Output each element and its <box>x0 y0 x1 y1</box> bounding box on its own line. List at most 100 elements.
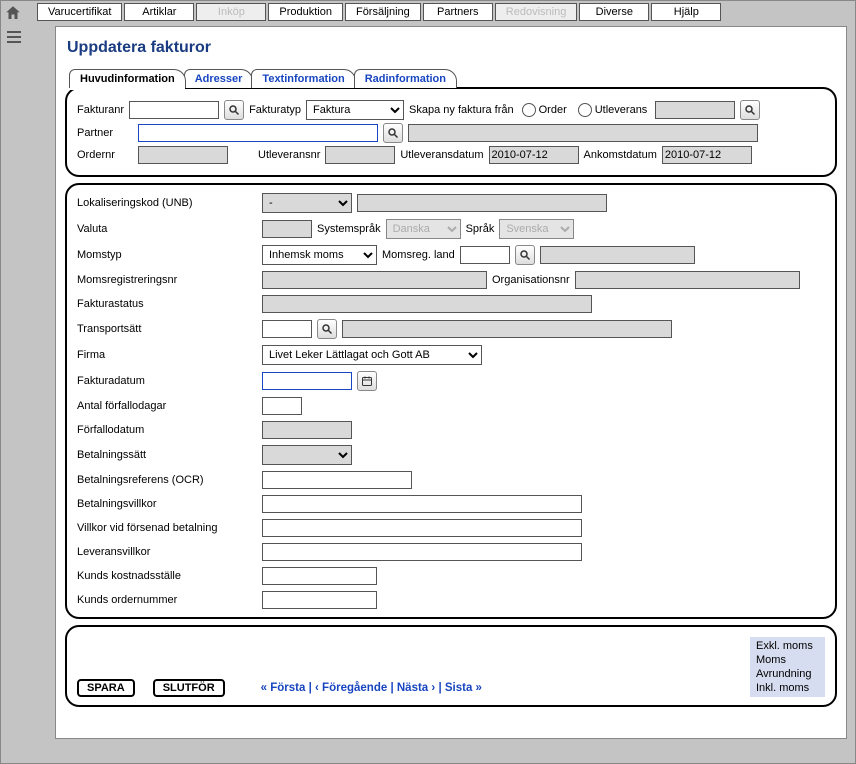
antal-forfallodagar-label: Antal förfallodagar <box>77 400 262 412</box>
exkl-moms-label: Exkl. moms <box>754 639 821 653</box>
menu-hjalp[interactable]: Hjälp <box>651 3 721 21</box>
transportsatt-label: Transportsätt <box>77 323 262 335</box>
organisationsnr-label: Organisationsnr <box>492 274 570 286</box>
fakturadatum-label: Fakturadatum <box>77 375 262 387</box>
menu-forsaljning[interactable]: Försäljning <box>345 3 421 21</box>
nav-first[interactable]: « Första <box>261 682 306 694</box>
sidebar-toggle-icon[interactable] <box>5 28 23 46</box>
momsregnr-label: Momsregistreringsnr <box>77 274 262 286</box>
home-icon[interactable] <box>4 4 22 22</box>
antal-forfallodagar-input[interactable] <box>262 397 302 415</box>
kunds-ordernr-label: Kunds ordernummer <box>77 594 262 606</box>
betalningsvillkor-input[interactable] <box>262 495 582 513</box>
top-menubar: Varucertifikat Artiklar Inköp Produktion… <box>1 1 855 22</box>
tab-adresser[interactable]: Adresser <box>184 69 254 88</box>
radio-utleverans[interactable] <box>578 103 592 117</box>
menu-produktion[interactable]: Produktion <box>268 3 343 21</box>
ankomstdatum-label: Ankomstdatum <box>584 149 657 161</box>
partner-lookup-icon[interactable] <box>383 123 403 143</box>
radio-utleverans-label: Utleverans <box>595 104 648 116</box>
utleveransdatum-label: Utleveransdatum <box>400 149 483 161</box>
radio-order[interactable] <box>522 103 536 117</box>
utleveransdatum-input <box>489 146 579 164</box>
fakturanr-lookup-icon[interactable] <box>224 100 244 120</box>
fakturastatus-label: Fakturastatus <box>77 298 262 310</box>
transportsatt-display <box>342 320 672 338</box>
systemsprak-select: Danska <box>386 219 461 239</box>
tab-textinformation[interactable]: Textinformation <box>251 69 355 88</box>
betalningsref-input[interactable] <box>262 471 412 489</box>
transportsatt-input[interactable] <box>262 320 312 338</box>
main-content: Uppdatera fakturor Huvudinformation Adre… <box>55 26 847 739</box>
nav-prev[interactable]: ‹ Föregående <box>315 682 387 694</box>
save-button[interactable]: SPARA <box>77 679 135 697</box>
nav-last[interactable]: Sista » <box>445 682 482 694</box>
tab-radinformation[interactable]: Radinformation <box>354 69 457 88</box>
momstyp-select[interactable]: Inhemsk moms <box>262 245 377 265</box>
radio-order-label: Order <box>539 104 567 116</box>
villkor-forsenad-label: Villkor vid försenad betalning <box>77 522 262 534</box>
moms-label: Moms <box>754 653 821 667</box>
transportsatt-lookup-icon[interactable] <box>317 319 337 339</box>
momsreg-land-lookup-icon[interactable] <box>515 245 535 265</box>
nav-next[interactable]: Nästa › <box>397 682 435 694</box>
avrundning-label: Avrundning <box>754 667 821 681</box>
leveransvillkor-input[interactable] <box>262 543 582 561</box>
menu-artiklar[interactable]: Artiklar <box>124 3 194 21</box>
panel-main: Lokaliseringskod (UNB) - Valuta Systemsp… <box>65 183 837 619</box>
momstyp-label: Momstyp <box>77 249 262 261</box>
organisationsnr-input <box>575 271 800 289</box>
lokaliseringskod-label: Lokaliseringskod (UNB) <box>77 197 262 209</box>
menu-redovisning: Redovisning <box>495 3 578 21</box>
fakturanr-label: Fakturanr <box>77 104 124 116</box>
panel-top: Fakturanr Fakturatyp Faktura Skapa ny fa… <box>65 87 837 177</box>
forfallodatum-input <box>262 421 352 439</box>
partner-input[interactable] <box>138 124 378 142</box>
tab-huvudinformation[interactable]: Huvudinformation <box>69 69 186 88</box>
momsreg-land-display <box>540 246 695 264</box>
valuta-input <box>262 220 312 238</box>
betalningssatt-label: Betalningssätt <box>77 449 262 461</box>
betalningssatt-select[interactable] <box>262 445 352 465</box>
fakturanr-input[interactable] <box>129 101 219 119</box>
momsreg-land-input[interactable] <box>460 246 510 264</box>
calendar-icon[interactable] <box>357 371 377 391</box>
betalningsref-label: Betalningsreferens (OCR) <box>77 474 262 486</box>
firma-select[interactable]: Livet Leker Lättlagat och Gott AB <box>262 345 482 365</box>
kunds-kostnad-input[interactable] <box>262 567 377 585</box>
finish-button[interactable]: SLUTFÖR <box>153 679 225 697</box>
fakturadatum-input[interactable] <box>262 372 352 390</box>
utleveransnr-input <box>325 146 395 164</box>
lokaliseringskod-display <box>357 194 607 212</box>
kunds-ordernr-input[interactable] <box>262 591 377 609</box>
utleverans-input[interactable] <box>655 101 735 119</box>
page-title: Uppdatera fakturor <box>67 39 837 57</box>
momsreg-land-label: Momsreg. land <box>382 249 455 261</box>
kunds-kostnad-label: Kunds kostnadsställe <box>77 570 262 582</box>
fakturatyp-select[interactable]: Faktura <box>306 100 404 120</box>
sprak-select: Svenska <box>499 219 574 239</box>
fakturastatus-input <box>262 295 592 313</box>
ordernr-label: Ordernr <box>77 149 133 161</box>
valuta-label: Valuta <box>77 223 262 235</box>
lokaliseringskod-select[interactable]: - <box>262 193 352 213</box>
inkl-moms-label: Inkl. moms <box>754 681 821 695</box>
momsregnr-input <box>262 271 487 289</box>
sprak-label: Språk <box>466 223 495 235</box>
systemsprak-label: Systemspråk <box>317 223 381 235</box>
menu-inkop: Inköp <box>196 3 266 21</box>
utleverans-lookup-icon[interactable] <box>740 100 760 120</box>
betalningsvillkor-label: Betalningsvillkor <box>77 498 262 510</box>
vat-summary: Exkl. moms Moms Avrundning Inkl. moms <box>750 637 825 697</box>
fakturatyp-label: Fakturatyp <box>249 104 301 116</box>
firma-label: Firma <box>77 349 262 361</box>
ordernr-input <box>138 146 228 164</box>
skapa-ny-label: Skapa ny faktura från <box>409 104 514 116</box>
forfallodatum-label: Förfallodatum <box>77 424 262 436</box>
partner-label: Partner <box>77 127 133 139</box>
menu-partners[interactable]: Partners <box>423 3 493 21</box>
menu-varucertifikat[interactable]: Varucertifikat <box>37 3 122 21</box>
villkor-forsenad-input[interactable] <box>262 519 582 537</box>
menu-diverse[interactable]: Diverse <box>579 3 649 21</box>
panel-footer: SPARA SLUTFÖR « Första | ‹ Föregående | … <box>65 625 837 707</box>
